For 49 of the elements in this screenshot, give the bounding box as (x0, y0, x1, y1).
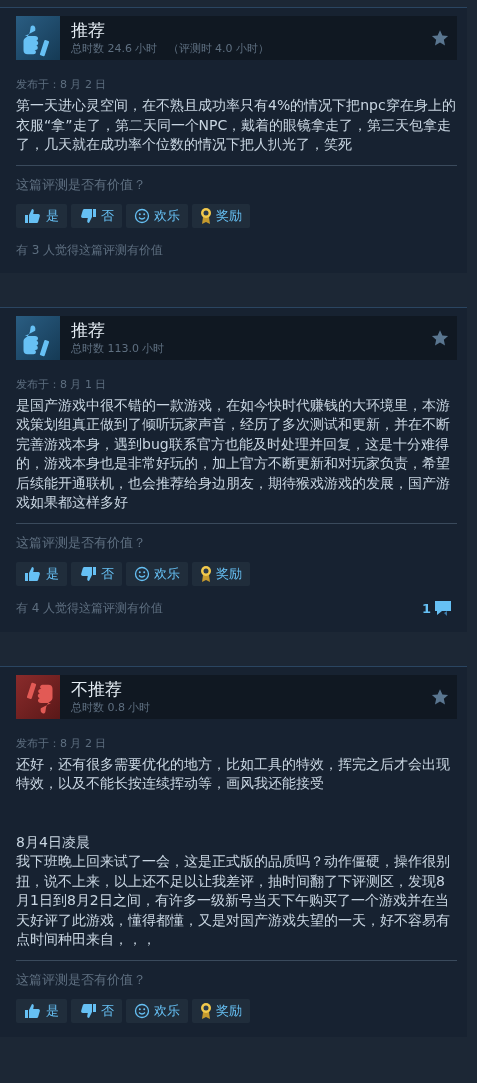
verdict-title: 推荐 (71, 20, 106, 41)
posted-date: 发布于：8 月 2 日 (16, 736, 108, 751)
verdict-title: 推荐 (71, 319, 106, 341)
award-button[interactable]: 奖励 (192, 998, 250, 1023)
thumbs-up-icon (24, 1002, 42, 1019)
speech-bubble-icon (433, 599, 453, 618)
thumbs-down-icon (79, 565, 97, 582)
award-button[interactable]: 奖励 (192, 561, 250, 586)
star-icon[interactable] (431, 328, 449, 347)
playtime-at-review: （评测时 4.0 小时） (167, 42, 269, 55)
no-button[interactable]: 否 (71, 561, 122, 586)
thumbs-down-icon (79, 1002, 97, 1019)
award-ribbon-icon (200, 1001, 212, 1020)
review-text: 是国产游戏中很不错的一款游戏，在如今快时代赚钱的大环境里，本游戏策划组真正做到了倾听玩家声音，经历了多次测试和更新，并在不断完善游戏本身，遇到bug联系官方也能及时处理并回复，这是十分难得的，游戏本身也是非常好玩的，加上官方不断更新和对玩家负责，希望后续能开通联机，也会推荐给身边朋友，期待猴戏游戏的发展，国产游戏如果都这样多好 (16, 395, 451, 512)
playtime-text: 总时数 0.8 小时 (71, 700, 151, 714)
no-button[interactable]: 否 (71, 203, 122, 228)
smiley-icon (134, 565, 150, 582)
helpful-question: 这篇评测是否有价值？ (16, 175, 147, 194)
playtime-text: 总时数 113.0 小时 (71, 341, 165, 355)
playtime-text: 总时数 24.6 小时 (71, 42, 158, 55)
star-icon[interactable] (431, 687, 449, 706)
thumbs-up-icon (24, 207, 42, 224)
star-icon[interactable] (431, 29, 449, 47)
yes-button[interactable]: 是 (16, 561, 67, 586)
thumbs-down-icon (79, 207, 97, 224)
yes-button[interactable]: 是 (16, 203, 67, 228)
review-text: 还好，还有很多需要优化的地方，比如工具的特效，挥完之后才会出现特效，以及不能长按连续挥动等，画风我还能接受 (16, 754, 451, 793)
thumbs-up-icon (24, 565, 42, 582)
posted-date: 发布于：8 月 1 日 (16, 377, 108, 392)
smiley-icon (134, 1002, 150, 1019)
helpful-question: 这篇评测是否有价值？ (16, 533, 147, 552)
review-text: 第一天进心灵空间，在不熟且成功率只有4%的情况下把npc穿在身上的衣服“拿”走了，第二天同一个NPC，戴着的眼镜拿走了，第三天包拿走了，几天就在成功率个位数的情况下把人扒光了，笑死 (16, 96, 457, 154)
funny-button[interactable]: 欢乐 (126, 561, 188, 586)
helpful-count: 有 4 人觉得这篇评测有价值 (16, 600, 164, 617)
funny-button[interactable]: 欢乐 (126, 998, 188, 1023)
award-ribbon-icon (200, 564, 212, 583)
helpful-question: 这篇评测是否有价值？ (16, 970, 147, 989)
award-ribbon-icon (200, 206, 212, 225)
comment-link[interactable]: 1 (421, 599, 453, 618)
funny-button[interactable]: 欢乐 (126, 203, 188, 228)
yes-button[interactable]: 是 (16, 998, 67, 1023)
award-button[interactable]: 奖励 (192, 203, 250, 228)
helpful-count: 有 3 人觉得这篇评测有价值 (16, 241, 164, 259)
review-text: 我下班晚上回来试了一会，这是正式版的品质吗？动作僵硬，操作很别扭，说不上来，以上还不足以让我差评，抽时间翻了下评测区，发现8月1日到8月2日之间，有许多一级新号当天下午购买了一个游戏并在当天好评了此游戏，懂得都懂，又是对国产游戏失望的一天，好不容易有点时间种田来自，，， (16, 852, 451, 949)
verdict-title: 不推荐 (71, 678, 123, 700)
update-title: 8月4日凌晨 (16, 832, 91, 852)
posted-date: 发布于：8 月 2 日 (16, 78, 108, 92)
smiley-icon (134, 207, 150, 224)
no-button[interactable]: 否 (71, 998, 122, 1023)
